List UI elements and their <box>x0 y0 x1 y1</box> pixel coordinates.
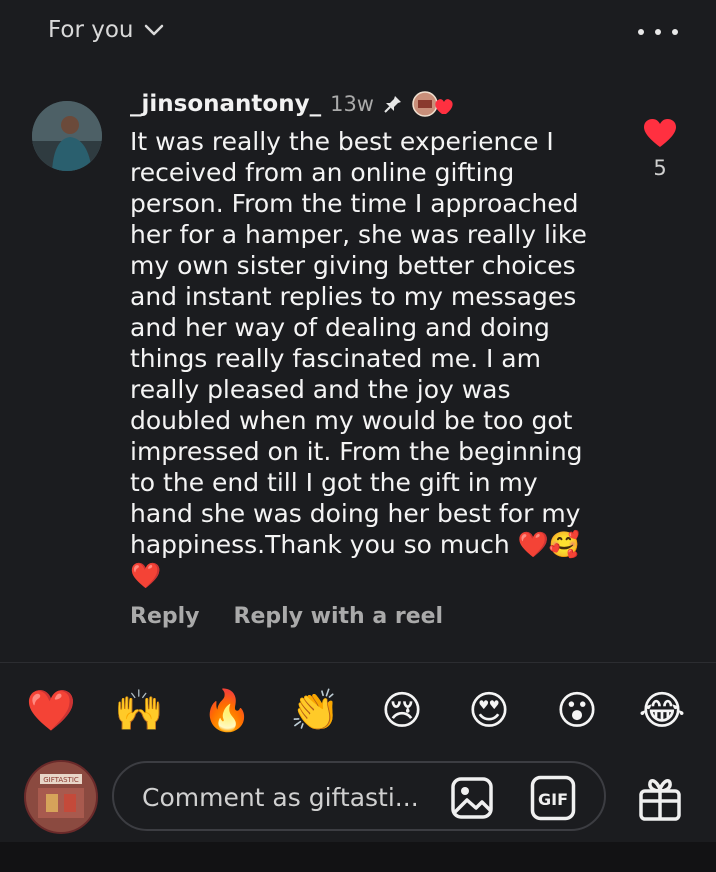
reaction-heart-eyes[interactable]: 😍 <box>464 686 514 736</box>
comment-input[interactable] <box>140 777 444 817</box>
comment-age: 13w <box>330 92 374 116</box>
reaction-surprised[interactable]: 😮 <box>552 686 602 736</box>
gif-label: GIF <box>538 790 568 809</box>
quick-reaction-bar: ❤️ 🙌 🔥 👏 😢 😍 😮 😂 <box>0 676 716 740</box>
heart-filled-icon[interactable] <box>643 118 677 148</box>
comment-text: It was really the best experience I rece… <box>130 127 587 590</box>
reaction-raised-hands[interactable]: 🙌 <box>114 686 164 736</box>
system-nav-bar <box>0 842 716 872</box>
comment-actions: Reply Reply with a reel <box>130 604 443 629</box>
author-avatar[interactable] <box>32 101 102 171</box>
more-options-icon[interactable] <box>638 22 678 42</box>
feed-label: For you <box>48 17 134 43</box>
chevron-down-icon <box>144 24 163 36</box>
gift-icon[interactable] <box>636 775 684 823</box>
reaction-heart[interactable]: ❤️ <box>26 686 76 736</box>
reply-with-reel-button[interactable]: Reply with a reel <box>234 604 444 629</box>
feed-selector[interactable]: For you <box>48 17 164 43</box>
top-bar: For you <box>0 0 716 66</box>
pin-icon <box>384 96 401 113</box>
reply-button[interactable]: Reply <box>130 604 200 629</box>
reaction-clap[interactable]: 👏 <box>290 686 340 736</box>
gif-button[interactable]: GIF <box>530 775 576 821</box>
like-count: 5 <box>653 156 667 180</box>
reaction-crying[interactable]: 😢 <box>377 686 427 736</box>
reaction-fire[interactable]: 🔥 <box>202 686 252 736</box>
divider <box>0 662 716 663</box>
comment-composer: GIFTASTIC <box>0 750 716 846</box>
liked-by-creator-icon <box>412 90 454 118</box>
comment-author-line: _jinsonantony_ 13w <box>130 90 454 118</box>
image-icon[interactable] <box>450 776 494 820</box>
my-avatar: GIFTASTIC <box>24 760 98 834</box>
comment-username[interactable]: _jinsonantony_ <box>130 91 321 117</box>
avatar-logo-text: GIFTASTIC <box>43 776 79 784</box>
comment-like: 5 <box>640 118 680 180</box>
reaction-laughing[interactable]: 😂 <box>637 686 687 736</box>
